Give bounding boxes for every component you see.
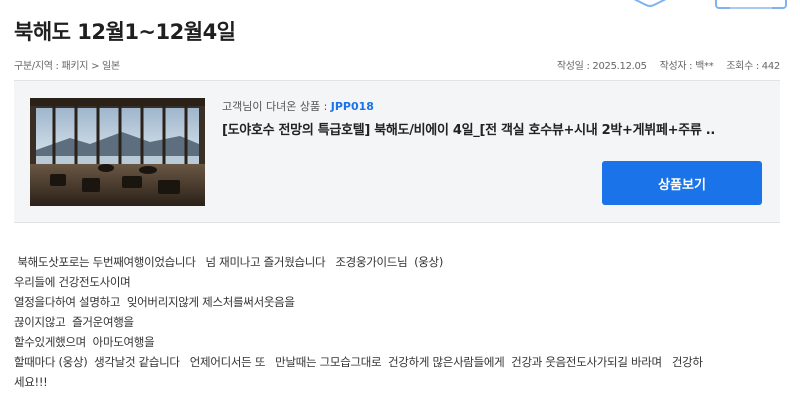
post-views: 조회수 : 442: [726, 61, 780, 72]
review-line: 북해도삿포로는 두번째여행이었습니다 넘 재미나고 즐거웠습니다 조경웅가이드님…: [14, 255, 443, 269]
review-body: 북해도삿포로는 두번째여행이었습니다 넘 재미나고 즐거웠습니다 조경웅가이드님…: [14, 252, 784, 392]
review-line: 할수있게했으며 아마도여행을: [14, 335, 155, 349]
post-date: 작성일 : 2025.12.05: [556, 61, 647, 72]
product-code-label: 고객님이 다녀온 상품 :: [222, 100, 331, 113]
product-name[interactable]: [도야호수 전망의 특급호텔] 북해도/비에이 4일_[전 객실 호수뷰+시내 …: [222, 119, 732, 138]
page-title: 북해도 12월1~12월4일: [14, 20, 236, 44]
review-line: 끊이지않고 즐거운여행을: [14, 315, 134, 329]
review-line: 할때마다 (웅상) 생각날것 같습니다 언제어디서든 또 만날때는 그모습그대로…: [14, 355, 703, 369]
review-line: 세요!!!: [14, 375, 48, 389]
review-line: 열정을다하여 설명하고 잊어버리지않게 제스처를써서웃음을: [14, 295, 295, 309]
post-author: 작성자 : 백**: [659, 61, 714, 72]
product-card: 고객님이 다녀온 상품 : JPP018 [도야호수 전망의 특급호텔] 북해도…: [14, 80, 780, 223]
post-meta: 작성일 : 2025.12.05 작성자 : 백** 조회수 : 442: [547, 57, 780, 72]
meta-row: 구분/지역 : 패키지 > 일본 작성일 : 2025.12.05 작성자 : …: [14, 57, 780, 72]
view-product-button[interactable]: 상품보기: [602, 161, 762, 205]
header-decoration: [560, 0, 800, 16]
product-thumbnail[interactable]: [30, 98, 205, 206]
breadcrumb: 구분/지역 : 패키지 > 일본: [14, 61, 120, 72]
review-line: 우리들에 건강전도사이며: [14, 275, 131, 289]
product-code: JPP018: [330, 100, 374, 113]
product-code-line: 고객님이 다녀온 상품 : JPP018: [222, 98, 374, 114]
